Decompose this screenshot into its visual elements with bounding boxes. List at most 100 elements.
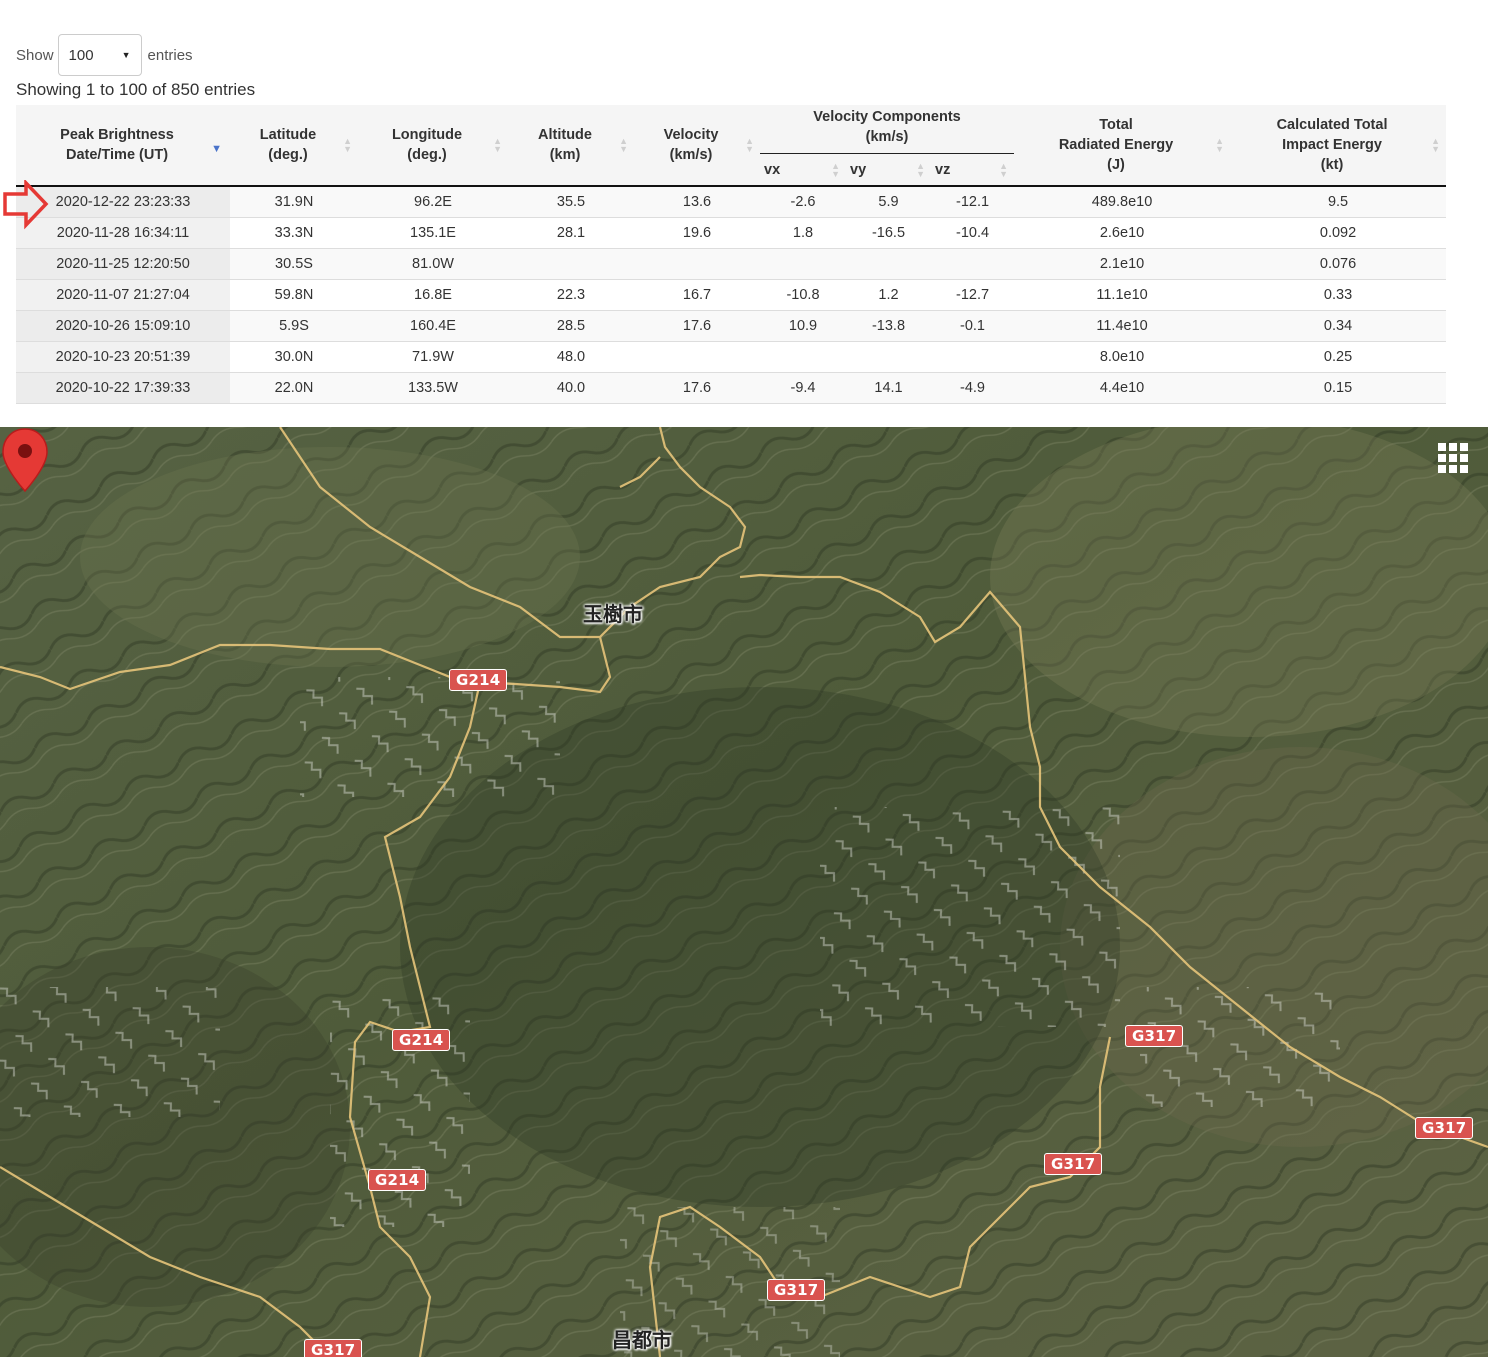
table-cell: 22.3 [508,279,634,311]
col-header-vx[interactable]: vx ▲ ▼ [760,155,846,187]
table-cell: 4.4e10 [1014,372,1231,404]
table-cell [846,248,931,280]
table-cell: 30.5S [230,248,358,280]
row-pointer-arrow-icon [3,180,49,230]
col-header-impact-line3: (kt) [1320,157,1344,173]
satellite-map[interactable]: 玉樹市 昌都市 G214 G214 G214 G317 G317 G317 G3… [0,427,1488,1357]
table-row[interactable]: 2020-10-26 15:09:10 5.9S 160.4E 28.5 17.6 10.… [16,310,1447,342]
table-cell: 160.4E [358,310,508,342]
col-header-energy-line3: (J) [1107,157,1125,173]
table-cell: 2020-10-23 20:51:39 [16,341,230,373]
table-cell: 33.3N [230,217,358,249]
table-info: Showing 1 to 100 of 850 entries [16,80,256,99]
table-cell: 96.2E [358,185,508,218]
fireball-table-container: Peak Brightness Date/Time (UT) ▼ Latitud… [16,105,1447,404]
table-cell: 5.9 [846,185,931,218]
table-cell: 31.9N [230,185,358,218]
col-header-vz-label: vz [935,162,951,178]
col-header-lat-line1: Latitude [259,127,317,143]
sort-icon: ▲ ▼ [916,161,925,179]
table-cell: 1.2 [846,279,931,311]
col-header-date[interactable]: Peak Brightness Date/Time (UT) ▼ [16,105,230,187]
table-row[interactable]: 2020-10-22 17:39:33 22.0N 133.5W 40.0 17.6 -9… [16,372,1447,404]
col-header-energy-line1: Total [1099,117,1133,133]
table-cell: 2020-11-07 21:27:04 [16,279,230,311]
show-label: Show [16,46,54,64]
entries-label: entries [147,46,193,64]
col-header-lon-line1: Longitude [391,127,463,143]
table-cell [760,248,846,280]
highway-badge-g214: G214 [392,1029,451,1051]
table-row[interactable]: 2020-12-22 23:23:33 31.9N 96.2E 35.5 13.6 -2.… [16,185,1447,218]
table-row[interactable]: 2020-11-25 12:20:50 30.5S 81.0W 2.1e10 0.076 [16,248,1447,280]
sort-icon: ▲ ▼ [745,136,754,154]
col-header-longitude[interactable]: Longitude (deg.) ▲ ▼ [358,105,508,187]
table-row[interactable]: 2020-11-07 21:27:04 59.8N 16.8E 22.3 16.7 -10… [16,279,1447,311]
table-cell: -4.9 [931,372,1015,404]
table-cell [508,248,634,280]
col-group-line1: Velocity Components [813,108,961,125]
col-header-velocity[interactable]: Velocity (km/s) ▲ ▼ [634,105,760,187]
highway-badge-g317: G317 [1044,1153,1103,1175]
sort-icon: ▲ ▼ [1431,136,1441,154]
chevron-down-icon: ▼ [121,50,131,60]
table-cell: 19.6 [634,217,760,249]
table-cell: 35.5 [508,185,634,218]
table-cell: 17.6 [634,372,760,404]
col-header-impact-energy[interactable]: Calculated Total Impact Energy (kt) ▲ ▼ [1230,105,1447,187]
grid-menu-icon[interactable] [1438,443,1468,473]
col-header-vel-line1: Velocity [663,127,719,143]
table-row[interactable]: 2020-10-23 20:51:39 30.0N 71.9W 48.0 8.0e10 0… [16,341,1447,373]
table-cell: -12.1 [931,185,1015,218]
table-cell: 11.1e10 [1014,279,1231,311]
col-header-vy[interactable]: vy ▲ ▼ [846,155,931,187]
sort-icon: ▲ ▼ [831,161,840,179]
highway-badge-g317: G317 [767,1279,826,1301]
table-cell [931,248,1015,280]
page-length-select[interactable]: 100 ▼ [57,34,142,76]
table-cell [931,341,1015,373]
col-header-latitude[interactable]: Latitude (deg.) ▲ ▼ [230,105,358,187]
table-cell: 14.1 [846,372,931,404]
table-cell: -2.6 [760,185,846,218]
col-header-lon-line2: (deg.) [407,147,447,163]
table-cell: 0.076 [1230,248,1447,280]
table-cell: 48.0 [508,341,634,373]
city-label-yushu: 玉樹市 [583,602,643,626]
table-cell: -16.5 [846,217,931,249]
table-row[interactable]: 2020-11-28 16:34:11 33.3N 135.1E 28.1 19.6 1.… [16,217,1447,249]
col-header-altitude[interactable]: Altitude (km) ▲ ▼ [508,105,634,187]
table-cell: 5.9S [230,310,358,342]
col-header-impact-line2: Impact Energy [1282,137,1382,153]
highway-badge-g317: G317 [1125,1025,1184,1047]
table-cell: 2020-10-22 17:39:33 [16,372,230,404]
col-header-alt-line1: Altitude [538,127,592,143]
col-header-date-line2: Date/Time (UT) [65,147,169,163]
map-marker-icon[interactable] [0,427,50,493]
table-cell: -13.8 [846,310,931,342]
table-cell: 30.0N [230,341,358,373]
table-cell: 0.15 [1230,372,1447,404]
col-header-vz[interactable]: vz ▲ ▼ [931,155,1015,187]
table-cell: 40.0 [508,372,634,404]
col-header-alt-line2: (km) [549,147,581,163]
table-cell: 28.1 [508,217,634,249]
table-cell: -0.1 [931,310,1015,342]
table-cell: 0.092 [1230,217,1447,249]
table-cell: 22.0N [230,372,358,404]
col-group-velocity-components: Velocity Components (km/s) [760,105,1015,155]
table-cell: 1.8 [760,217,846,249]
table-cell: 17.6 [634,310,760,342]
highway-badge-g317: G317 [1415,1117,1474,1139]
table-cell: -10.4 [931,217,1015,249]
table-cell: 71.9W [358,341,508,373]
table-cell: 9.5 [1230,185,1447,218]
col-header-radiated-energy[interactable]: Total Radiated Energy (J) ▲ ▼ [1014,105,1231,187]
table-cell: -9.4 [760,372,846,404]
table-cell: 489.8e10 [1014,185,1231,218]
sort-icon: ▲ ▼ [343,136,352,154]
table-cell: 0.34 [1230,310,1447,342]
table-cell: 2020-10-26 15:09:10 [16,310,230,342]
table-cell: 2020-11-25 12:20:50 [16,248,230,280]
col-header-vel-line2: (km/s) [669,147,713,163]
